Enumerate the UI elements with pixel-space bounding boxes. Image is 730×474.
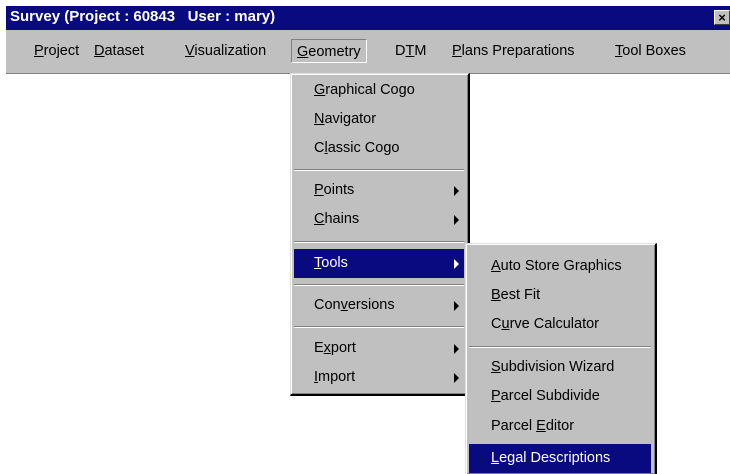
navigator-label: Navigator bbox=[314, 111, 377, 127]
menu-separator bbox=[469, 346, 651, 348]
menu-separator bbox=[294, 241, 464, 243]
menu-toolboxes-rest: ool Boxes bbox=[622, 43, 686, 59]
submenu-arrow-icon bbox=[454, 344, 459, 354]
tools-hotkey: T bbox=[314, 255, 322, 271]
menu-plans-preparations[interactable]: Plans Preparations bbox=[452, 39, 575, 63]
menu-dataset[interactable]: Dataset bbox=[94, 39, 144, 63]
auto-store-graphics-label: Auto Store Graphics bbox=[491, 258, 622, 274]
menu-dtm-hotkey: T bbox=[405, 43, 415, 59]
parcel-editor-hotkey: E bbox=[536, 418, 546, 434]
geometry-menu: Graphical Cogo Navigator Classic Cogo Po… bbox=[290, 73, 470, 396]
parcel-subdivide-hotkey: P bbox=[491, 388, 501, 404]
menu-dataset-hotkey: D bbox=[94, 43, 105, 59]
tools-submenu: Auto Store Graphics Best Fit Curve Calcu… bbox=[465, 243, 657, 474]
menu-project-hotkey: P bbox=[34, 43, 44, 59]
graphical-cogo-label: Graphical Cogo bbox=[314, 82, 415, 98]
geometry-item-import[interactable]: Import bbox=[294, 363, 464, 392]
window-title: Survey (Project : 60843 User : mary) bbox=[10, 8, 276, 25]
geometry-item-points[interactable]: Points bbox=[294, 176, 464, 205]
tools-item-auto-store-graphics[interactable]: Auto Store Graphics bbox=[469, 252, 651, 281]
chains-label: Chains bbox=[314, 211, 360, 227]
submenu-arrow-icon bbox=[454, 301, 459, 311]
import-hotkey: I bbox=[314, 369, 319, 385]
subdivision-wizard-hotkey: S bbox=[491, 359, 501, 375]
tools-item-curve-calculator[interactable]: Curve Calculator bbox=[469, 310, 651, 339]
menu-project[interactable]: Project bbox=[34, 39, 79, 63]
menu-dtm-pre: D bbox=[395, 43, 406, 59]
menu-dtm-rest: M bbox=[414, 43, 427, 59]
subdivision-wizard-label: Subdivision Wizard bbox=[491, 359, 615, 375]
close-button[interactable]: × bbox=[714, 10, 730, 25]
menu-visualization-hotkey: V bbox=[185, 43, 195, 59]
submenu-arrow-icon bbox=[454, 215, 459, 225]
best-fit-label: Best Fit bbox=[491, 287, 541, 303]
menu-visualization-rest: isualization bbox=[194, 43, 267, 59]
geometry-item-conversions[interactable]: Conversions bbox=[294, 291, 464, 320]
points-hotkey: P bbox=[314, 182, 324, 198]
menu-dtm[interactable]: DTM bbox=[395, 39, 426, 63]
best-fit-hotkey: B bbox=[491, 287, 501, 303]
geometry-item-chains[interactable]: Chains bbox=[294, 205, 464, 234]
title-bar: Survey (Project : 60843 User : mary) × bbox=[6, 6, 730, 30]
menu-plans-rest: lans Preparations bbox=[461, 43, 575, 59]
curve-calculator-label: Curve Calculator bbox=[491, 316, 600, 332]
menu-bar: Project Dataset Visualization Geometry D… bbox=[6, 30, 730, 74]
geometry-item-export[interactable]: Export bbox=[294, 334, 464, 363]
chains-hotkey: C bbox=[314, 211, 325, 227]
parcel-editor-label: Parcel Editor bbox=[491, 418, 575, 434]
menu-separator bbox=[294, 326, 464, 328]
conversions-hotkey: v bbox=[340, 297, 348, 313]
navigator-hotkey: N bbox=[314, 111, 325, 127]
tools-item-legal-descriptions[interactable]: Legal Descriptions bbox=[469, 444, 651, 473]
menu-dataset-rest: ataset bbox=[104, 43, 144, 59]
tools-label: Tools bbox=[314, 255, 348, 271]
tools-item-parcel-subdivide[interactable]: Parcel Subdivide bbox=[469, 382, 651, 411]
submenu-arrow-icon bbox=[454, 373, 459, 383]
import-label: Import bbox=[314, 369, 356, 385]
menu-geometry-rest: eometry bbox=[308, 44, 361, 60]
legal-descriptions-label: Legal Descriptions bbox=[491, 450, 611, 466]
tools-item-best-fit[interactable]: Best Fit bbox=[469, 281, 651, 310]
menu-geometry[interactable]: Geometry bbox=[291, 39, 367, 63]
tools-item-subdivision-wizard[interactable]: Subdivision Wizard bbox=[469, 353, 651, 382]
tools-item-parcel-editor[interactable]: Parcel Editor bbox=[469, 412, 651, 441]
parcel-subdivide-label: Parcel Subdivide bbox=[491, 388, 600, 404]
menu-plans-hotkey: P bbox=[452, 43, 462, 59]
geometry-item-tools[interactable]: Tools bbox=[294, 249, 464, 278]
points-label: Points bbox=[314, 182, 355, 198]
menu-separator bbox=[294, 169, 464, 171]
menu-geometry-hotkey: G bbox=[297, 44, 309, 60]
legal-descriptions-hotkey: L bbox=[491, 450, 500, 466]
graphical-cogo-hotkey: G bbox=[314, 82, 326, 98]
submenu-arrow-icon bbox=[454, 186, 459, 196]
menu-separator bbox=[294, 284, 464, 286]
geometry-item-graphical-cogo[interactable]: Graphical Cogo bbox=[294, 76, 464, 105]
curve-calculator-hotkey: u bbox=[501, 316, 510, 332]
export-label: Export bbox=[314, 340, 356, 356]
classic-cogo-hotkey: l bbox=[324, 140, 328, 156]
conversions-label: Conversions bbox=[314, 297, 395, 313]
export-hotkey: x bbox=[323, 340, 331, 356]
menu-tool-boxes[interactable]: Tool Boxes bbox=[615, 39, 686, 63]
geometry-item-classic-cogo[interactable]: Classic Cogo bbox=[294, 134, 464, 163]
menu-visualization[interactable]: Visualization bbox=[185, 39, 266, 63]
classic-cogo-label: Classic Cogo bbox=[314, 140, 400, 156]
auto-store-graphics-hotkey: A bbox=[491, 258, 501, 274]
geometry-item-navigator[interactable]: Navigator bbox=[294, 105, 464, 134]
submenu-arrow-icon bbox=[454, 259, 459, 269]
menu-project-rest: roject bbox=[43, 43, 80, 59]
